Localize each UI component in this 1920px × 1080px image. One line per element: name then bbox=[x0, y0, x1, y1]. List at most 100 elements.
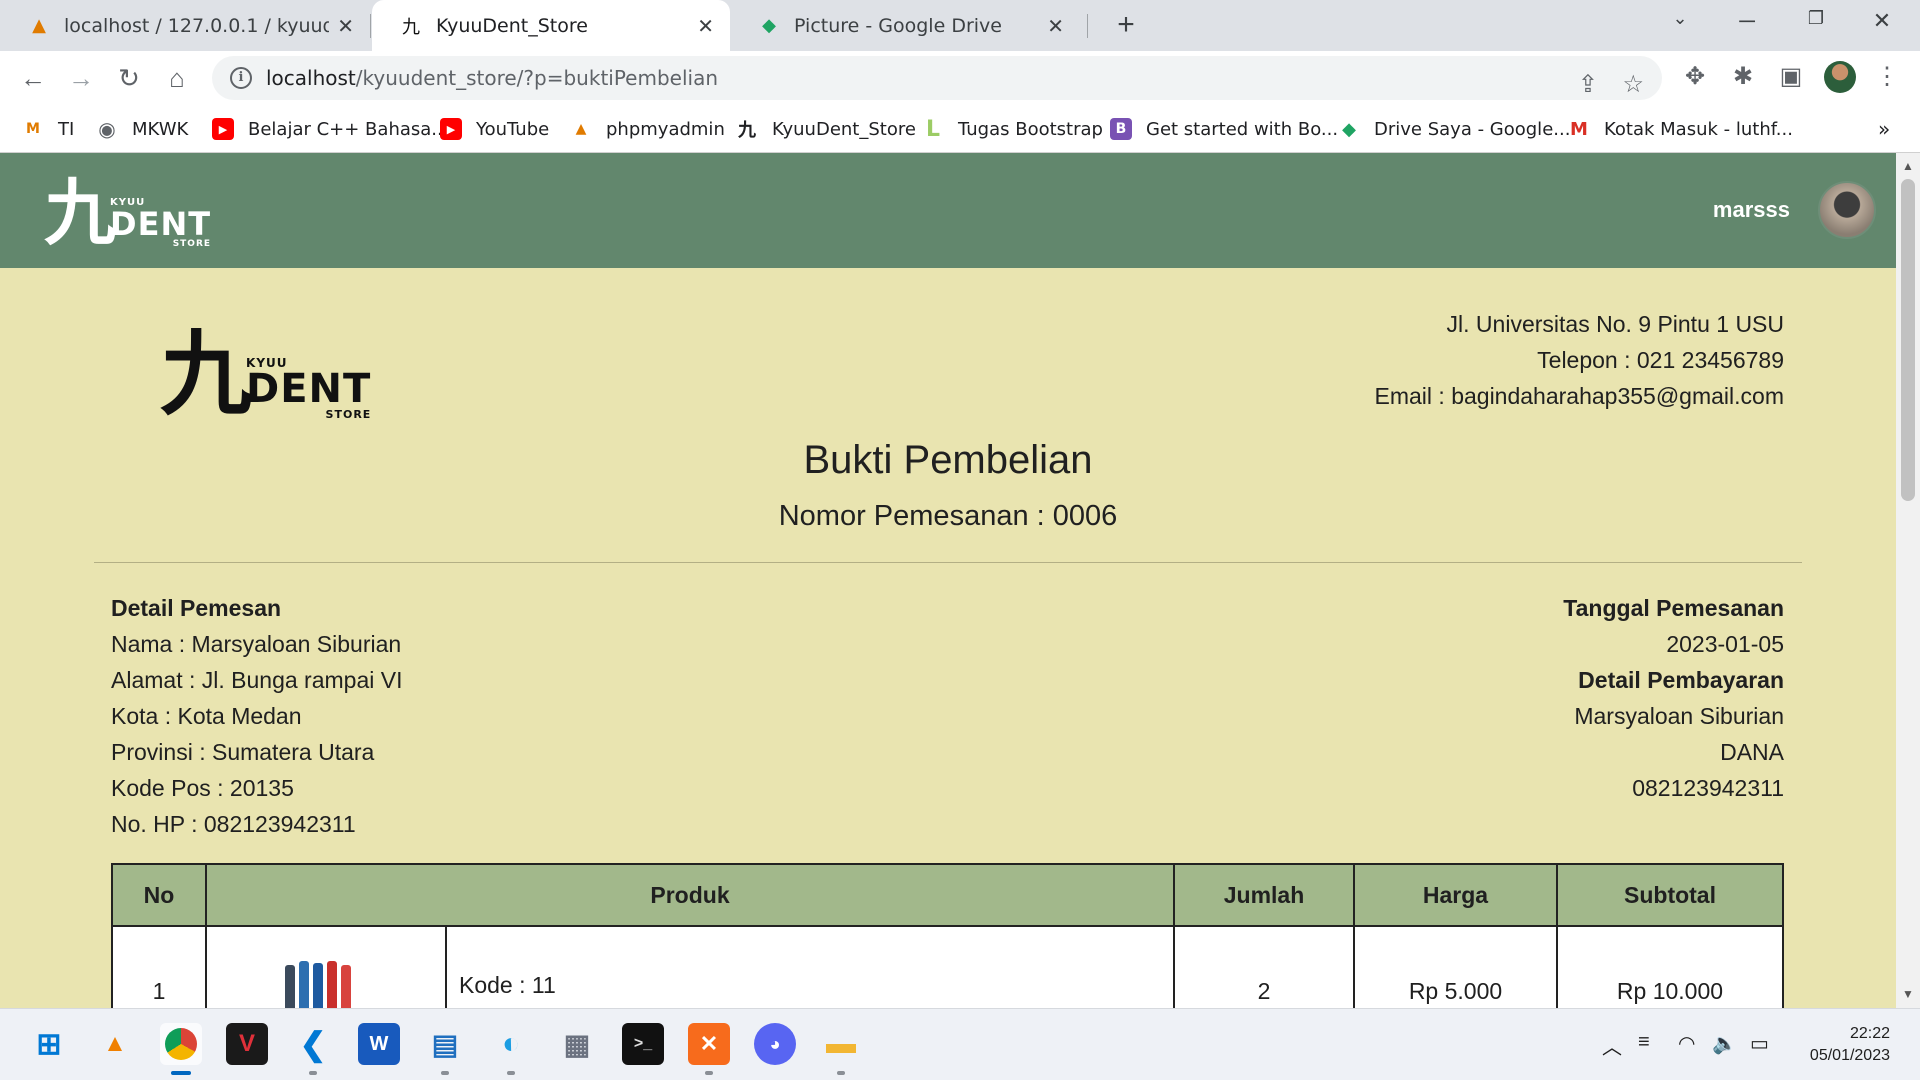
site-logo[interactable]: 九 KYUU DENT STORE bbox=[44, 177, 211, 249]
bookmark-phpmyadmin[interactable]: ▲ phpmyadmin bbox=[570, 115, 725, 143]
close-tab-icon[interactable]: ✕ bbox=[697, 14, 714, 38]
bookmark-bootstrap[interactable]: B Get started with Bo... bbox=[1110, 115, 1338, 143]
bootstrap-icon: B bbox=[1110, 118, 1132, 140]
vlc-icon[interactable]: ▲ bbox=[94, 1023, 136, 1065]
divider bbox=[94, 562, 1802, 563]
volume-icon[interactable]: 🔈 bbox=[1712, 1031, 1737, 1056]
word-icon[interactable]: W bbox=[358, 1023, 400, 1065]
forward-arrow-icon[interactable]: → bbox=[64, 61, 98, 95]
bookmark-tugas-bootstrap[interactable]: L Tugas Bootstrap bbox=[922, 115, 1103, 143]
page-scrollbar[interactable]: ▲ ▼ bbox=[1896, 153, 1920, 1008]
move-icon[interactable]: ✥ bbox=[1678, 62, 1712, 91]
scroll-up-icon[interactable]: ▲ bbox=[1902, 159, 1914, 173]
logo-store: STORE bbox=[325, 408, 372, 421]
bookmark-mkwk[interactable]: ◉ MKWK bbox=[96, 115, 188, 143]
payment-heading: Detail Pembayaran bbox=[1578, 667, 1784, 693]
share-icon[interactable]: ⇪ bbox=[1578, 70, 1598, 99]
product-code: Kode : 11 bbox=[459, 972, 556, 998]
edge-running-indicator bbox=[507, 1071, 515, 1075]
home-icon[interactable]: ⌂ bbox=[160, 61, 194, 95]
buyer-details: Detail Pemesan Nama : Marsyaloan Siburia… bbox=[111, 590, 402, 842]
new-tab-button[interactable]: + bbox=[1108, 8, 1144, 44]
wifi-icon[interactable]: ◠ bbox=[1678, 1031, 1695, 1056]
profile-avatar[interactable] bbox=[1824, 61, 1856, 93]
bookmark-label: Kotak Masuk - luthf... bbox=[1604, 118, 1793, 140]
bookmark-ti[interactable]: M TI bbox=[22, 115, 74, 143]
payment-details: Tanggal Pemesanan 2023-01-05 Detail Pemb… bbox=[1563, 590, 1784, 806]
url-text: localhost/kyuudent_store/?p=buktiPembeli… bbox=[266, 66, 718, 90]
file-explorer-icon[interactable]: ▬ bbox=[820, 1023, 862, 1065]
extensions-icon[interactable]: ✱ bbox=[1726, 62, 1760, 91]
scroll-down-icon[interactable]: ▼ bbox=[1902, 987, 1914, 1001]
l-icon: L bbox=[925, 116, 941, 142]
tab-search-icon[interactable]: ⌄ bbox=[1660, 8, 1700, 29]
buyer-province: Provinsi : Sumatera Utara bbox=[111, 739, 375, 765]
row-subtotal: Rp 10.000 bbox=[1556, 925, 1784, 1008]
buyer-phone: No. HP : 082123942311 bbox=[111, 811, 356, 837]
bookmark-belajar-cpp[interactable]: ▶ Belajar C++ Bahasa... bbox=[212, 115, 448, 143]
bookmark-drive-saya[interactable]: ◆ Drive Saya - Google... bbox=[1338, 115, 1570, 143]
notepad-icon[interactable]: ▤ bbox=[424, 1023, 466, 1065]
xampp-icon[interactable]: ✕ bbox=[688, 1023, 730, 1065]
company-email: Email : bagindaharahap355@gmail.com bbox=[1374, 383, 1784, 409]
edge-icon[interactable]: ◐ bbox=[490, 1023, 532, 1065]
close-window-icon[interactable]: ✕ bbox=[1862, 8, 1902, 34]
tab-kyuudent-store[interactable]: 九 KyuuDent_Store ✕ bbox=[372, 0, 730, 51]
bookmark-label: KyuuDent_Store bbox=[772, 118, 916, 140]
show-hidden-icons-icon[interactable]: ︿ bbox=[1602, 1031, 1622, 1060]
buyer-name: Nama : Marsyaloan Siburian bbox=[111, 631, 402, 657]
minimize-icon[interactable]: ─ bbox=[1727, 8, 1767, 34]
kyuudent-icon: 九 bbox=[738, 120, 756, 141]
tab-google-drive[interactable]: ◆ Picture - Google Drive ✕ bbox=[730, 0, 1080, 51]
username[interactable]: marsss bbox=[1713, 197, 1790, 223]
bookmarks-bar: M TI ◉ MKWK ▶ Belajar C++ Bahasa... ▶ YouTub… bbox=[0, 105, 1920, 153]
vscode-icon[interactable]: ❮ bbox=[292, 1023, 334, 1065]
close-tab-icon[interactable]: ✕ bbox=[1047, 14, 1064, 38]
bookmark-youtube[interactable]: ▶ YouTube bbox=[440, 115, 549, 143]
system-clock[interactable]: 22:22 05/01/2023 bbox=[1790, 1023, 1890, 1067]
tab-phpmyadmin[interactable]: ▲ localhost / 127.0.0.1 / kyuudent_s ✕ bbox=[0, 0, 370, 51]
valorant-icon[interactable]: V bbox=[226, 1023, 268, 1065]
youtube-icon: ▶ bbox=[440, 118, 462, 140]
discord-icon[interactable]: ◕ bbox=[754, 1023, 796, 1065]
close-tab-icon[interactable]: ✕ bbox=[337, 14, 354, 38]
scrollbar-thumb[interactable] bbox=[1901, 179, 1915, 501]
toothbrush-image bbox=[281, 953, 371, 1008]
bookmark-label: MKWK bbox=[132, 118, 189, 140]
reload-icon[interactable]: ↻ bbox=[112, 61, 146, 95]
bookmark-star-icon[interactable]: ☆ bbox=[1622, 70, 1644, 99]
tab-title: localhost / 127.0.0.1 / kyuudent_s bbox=[64, 14, 330, 37]
site-info-icon[interactable]: i bbox=[230, 67, 252, 89]
receipt-logo: 九 KYUU DENT STORE bbox=[160, 328, 371, 420]
xampp-running-indicator bbox=[705, 1071, 713, 1075]
bookmark-label: Drive Saya - Google... bbox=[1374, 118, 1571, 140]
globe-icon: ◉ bbox=[98, 117, 116, 141]
col-price: Harga bbox=[1353, 863, 1558, 927]
calculator-icon[interactable]: ▦ bbox=[556, 1023, 598, 1065]
tab-separator bbox=[1087, 14, 1088, 38]
chrome-icon[interactable] bbox=[160, 1023, 202, 1065]
notification-icon[interactable]: ≡ bbox=[1638, 1031, 1650, 1054]
bookmark-kyuudent-store[interactable]: 九 KyuuDent_Store bbox=[736, 115, 916, 143]
phpmyadmin-icon: ▲ bbox=[575, 121, 587, 137]
logo-wordmark: KYUU DENT STORE bbox=[110, 198, 211, 249]
terminal-icon[interactable]: >_ bbox=[622, 1023, 664, 1065]
side-panel-icon[interactable]: ▣ bbox=[1774, 62, 1808, 91]
col-product: Produk bbox=[205, 863, 1175, 927]
user-avatar[interactable] bbox=[1818, 181, 1876, 239]
restore-icon[interactable]: ❐ bbox=[1796, 8, 1836, 29]
col-no: No bbox=[111, 863, 207, 927]
battery-icon[interactable]: ▭ bbox=[1750, 1031, 1769, 1056]
more-bookmarks-button[interactable]: » bbox=[1878, 115, 1890, 143]
windows-start-icon[interactable]: ⊞ bbox=[28, 1023, 70, 1065]
row-no: 1 bbox=[111, 925, 207, 1008]
bookmark-gmail[interactable]: M Kotak Masuk - luthf... bbox=[1568, 115, 1793, 143]
clock-date: 05/01/2023 bbox=[1809, 1047, 1890, 1064]
back-arrow-icon[interactable]: ← bbox=[16, 61, 50, 95]
buyer-address: Alamat : Jl. Bunga rampai VI bbox=[111, 667, 403, 693]
menu-kebab-icon[interactable]: ⋮ bbox=[1870, 62, 1904, 91]
logo-dent: DENT bbox=[110, 205, 212, 243]
page-title: Bukti Pembelian bbox=[803, 438, 1093, 482]
table-row: 1 Kode : 11 2 Rp 5.000 Rp 10.000 bbox=[111, 925, 1784, 1008]
address-bar[interactable]: i localhost/kyuudent_store/?p=buktiPembe… bbox=[212, 56, 1662, 100]
